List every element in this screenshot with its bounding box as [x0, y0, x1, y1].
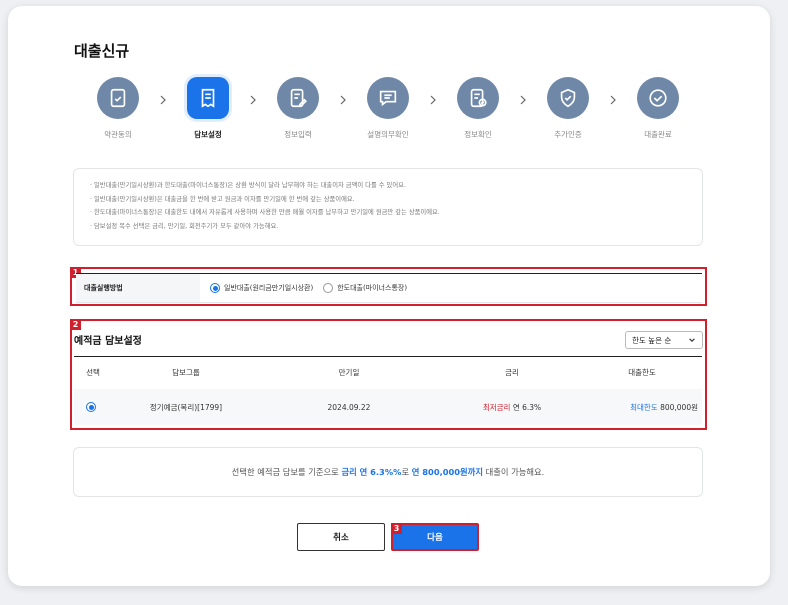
rate-cell: 최저금리 연 6.3%	[438, 402, 586, 413]
radio-button[interactable]	[210, 283, 220, 293]
shield-check-icon	[560, 88, 576, 108]
step-label: 약관동의	[104, 130, 132, 139]
radio-limit-loan[interactable]: 한도대출(마이너스통장)	[323, 283, 407, 293]
table-header: 선택 담보그룹 만기일 금리 대출한도	[74, 356, 702, 388]
radio-general-loan[interactable]: 일반대출(원리금만기일시상환)	[210, 283, 313, 293]
radio-label: 한도대출(마이너스통장)	[337, 284, 408, 292]
chevron-right-icon	[430, 95, 436, 105]
document-check-icon	[110, 88, 126, 108]
notice-item: 한도대출(마이너스통장)은 대출한도 내에서 자유롭게 사용하며 사용한 만큼 …	[90, 206, 686, 220]
step-indicator: 약관동의 담보설정 정보입력 설명의무확인 정보확인 추가인증 대출완료	[0, 77, 788, 147]
loan-method-label: 대출실행방법	[76, 274, 200, 302]
column-header: 담보그룹	[172, 368, 200, 377]
document-edit-icon	[290, 88, 307, 108]
summary-text: 대출이 가능해요.	[482, 467, 545, 477]
loan-summary: 선택한 예적금 담보를 기준으로 금리 연 6.3%%로 연 800,000원까…	[73, 447, 703, 497]
message-icon	[379, 90, 397, 107]
step-label: 설명의무확인	[367, 130, 409, 139]
summary-text: 로	[401, 467, 412, 477]
sort-select[interactable]: 한도 높은 순	[625, 331, 703, 349]
summary-text: 선택한 예적금 담보를 기준으로	[231, 467, 342, 477]
chevron-right-icon	[160, 95, 166, 105]
document-verified-icon	[470, 88, 487, 108]
chevron-right-icon	[250, 95, 256, 105]
receipt-icon	[201, 88, 215, 108]
step-terms: 약관동의	[78, 77, 158, 140]
rate-label: 최저금리	[482, 402, 511, 412]
rate-value: 연 6.3%	[512, 402, 542, 412]
notice-item: 일반대출(만기일시상환)과 한도대출(마이너스통장)은 상환 방식이 달라 납부…	[90, 179, 686, 193]
radio-label: 일반대출(원리금만기일시상환)	[224, 284, 314, 292]
column-header: 만기일	[338, 368, 360, 377]
notice-item: 담보설정 복수 선택은 금리, 만기일, 회전주기가 모두 같아야 가능해요.	[90, 220, 686, 234]
chevron-right-icon	[340, 95, 346, 105]
notice-item: 일반대출(만기일시상환)은 대출금을 한 번에 받고 원금과 이자를 만기일에 …	[90, 193, 686, 207]
collateral-group: 정기예금(복리)[1799]	[149, 402, 223, 412]
summary-amount: 연 800,000원까지	[411, 467, 483, 477]
collateral-section-title: 예적금 담보설정	[74, 336, 142, 347]
column-header: 대출한도	[628, 368, 656, 377]
limit-label: 최대한도	[630, 402, 658, 412]
loan-method-row: 대출실행방법 일반대출(원리금만기일시상환) 한도대출(마이너스통장)	[76, 273, 702, 303]
check-circle-icon	[649, 89, 667, 107]
step-label: 정보확인	[464, 130, 492, 139]
step-label: 추가인증	[554, 130, 582, 139]
highlight-badge: 2	[70, 319, 81, 330]
notice-box: 일반대출(만기일시상환)과 한도대출(마이너스통장)은 상환 방식이 달라 납부…	[73, 168, 703, 246]
chevron-right-icon	[610, 95, 616, 105]
step-collateral: 담보설정	[168, 77, 248, 140]
maturity-date: 2024.09.22	[327, 402, 371, 412]
sort-select-value: 한도 높은 순	[632, 335, 672, 345]
step-complete: 대출완료	[618, 77, 698, 140]
highlight-badge: 3	[391, 523, 402, 534]
chevron-right-icon	[520, 95, 526, 105]
step-extra-auth: 추가인증	[528, 77, 608, 140]
summary-rate: 금리 연 6.3%%	[341, 467, 402, 477]
cancel-button[interactable]: 취소	[297, 523, 385, 551]
radio-button[interactable]	[323, 283, 334, 293]
page-title: 대출신규	[74, 42, 130, 60]
step-explanation: 설명의무확인	[348, 77, 428, 140]
chevron-down-icon	[689, 338, 695, 342]
column-header: 선택	[86, 368, 100, 377]
limit-cell: 최대한도 800,000원	[586, 402, 702, 413]
row-select-radio[interactable]	[86, 402, 96, 412]
limit-value: 800,000원	[660, 402, 698, 412]
next-button[interactable]: 다음	[391, 523, 479, 551]
step-label: 정보입력	[284, 130, 312, 139]
step-info-confirm: 정보확인	[438, 77, 518, 140]
table-row: 정기예금(복리)[1799] 2024.09.22 최저금리 연 6.3% 최대…	[74, 389, 702, 425]
step-label: 담보설정	[194, 130, 222, 139]
column-header: 금리	[505, 368, 519, 377]
step-info-input: 정보입력	[258, 77, 338, 140]
step-label: 대출완료	[644, 130, 672, 139]
